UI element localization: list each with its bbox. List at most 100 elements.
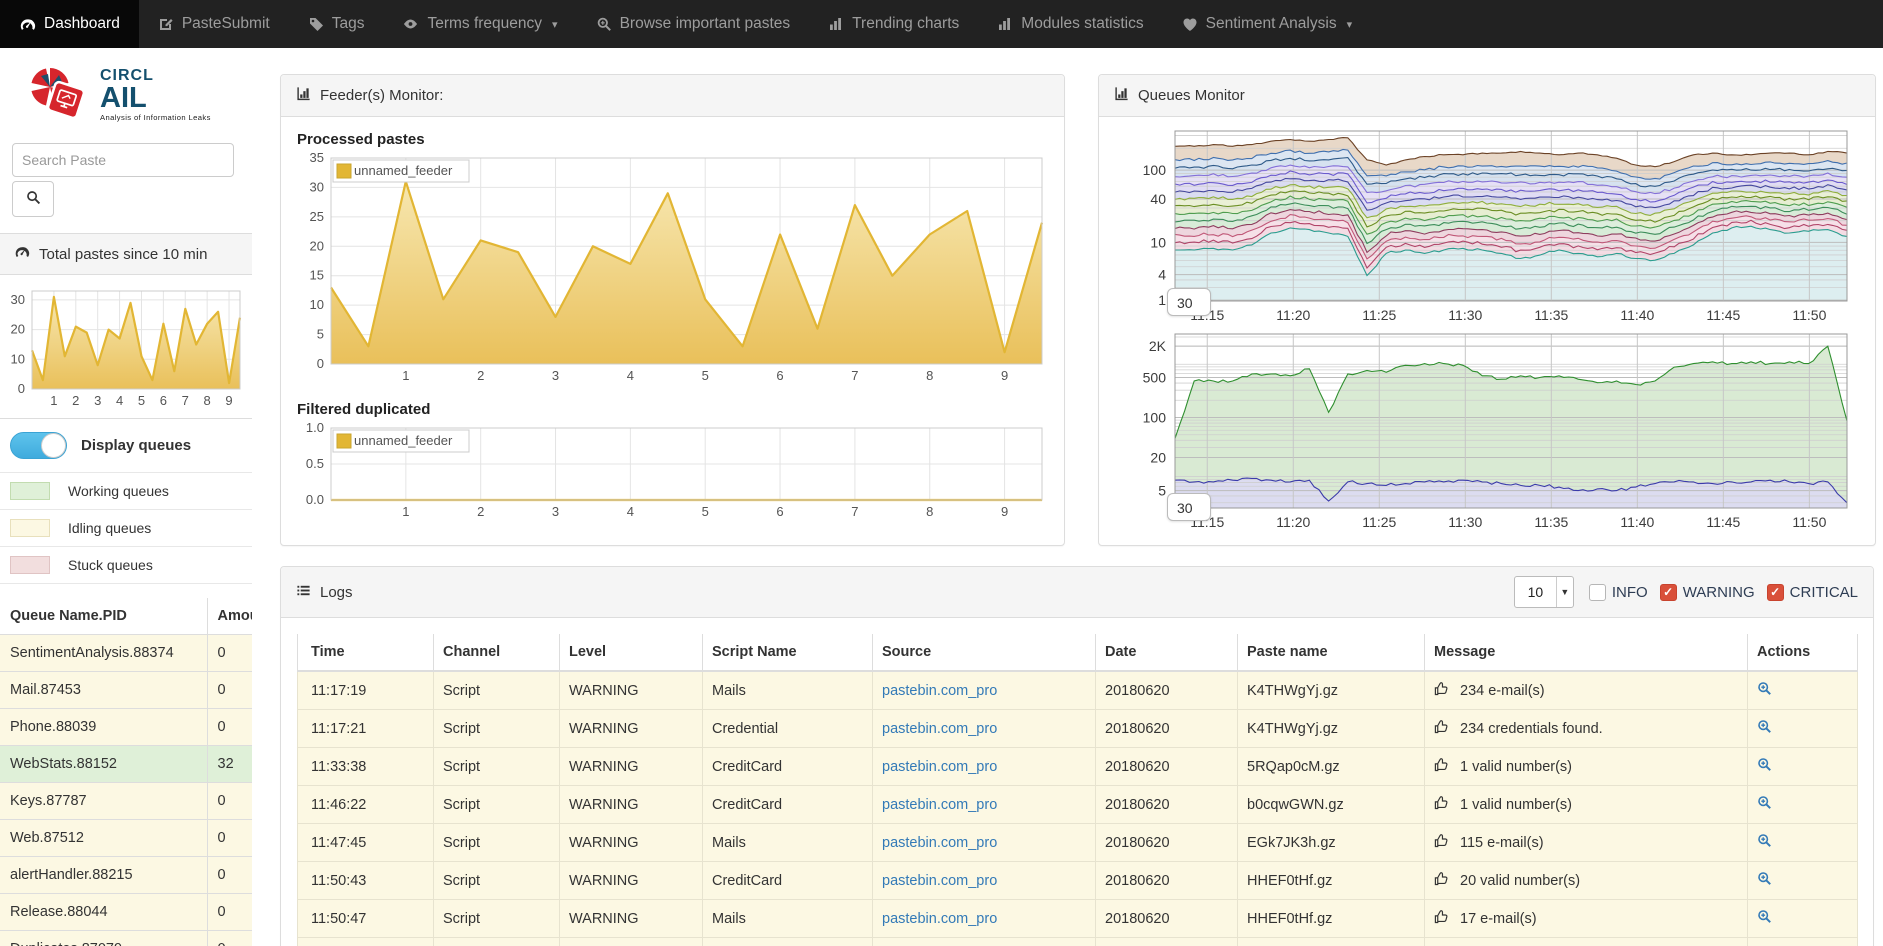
- nav-item-label: Tags: [332, 15, 365, 33]
- magnifier-plus-icon[interactable]: [1757, 798, 1772, 814]
- log-paste-name: 5RQap0cM.gz: [1238, 748, 1425, 786]
- nav-item-label: Terms frequency: [427, 15, 542, 33]
- queue-amount: 0: [207, 635, 252, 672]
- log-date: 20180620: [1096, 862, 1238, 900]
- nav-item-dashboard[interactable]: Dashboard: [0, 0, 139, 48]
- svg-text:35: 35: [310, 150, 324, 165]
- queue-row: WebStats.8815232: [0, 746, 252, 783]
- svg-text:3: 3: [94, 393, 101, 408]
- bar-chart-icon: [828, 16, 844, 32]
- interval-input[interactable]: 30: [1167, 288, 1211, 316]
- queue-name: alertHandler.88215: [0, 857, 207, 894]
- log-paste-name: EGk7JK3h.gz: [1238, 824, 1425, 862]
- log-row: 11:17:19ScriptWARNINGMailspastebin.com_p…: [298, 671, 1858, 710]
- log-message: 17 e-mail(s): [1460, 911, 1537, 927]
- queue-name: Release.88044: [0, 894, 207, 931]
- log-channel: Script: [434, 900, 560, 938]
- magnifier-plus-icon[interactable]: [1757, 760, 1772, 776]
- log-message: 1 valid number(s): [1460, 797, 1572, 813]
- queue-amount: 32: [207, 746, 252, 783]
- main-content: Feeder(s) Monitor: Processed pastes 0510…: [252, 48, 1883, 946]
- svg-text:11:40: 11:40: [1620, 514, 1654, 530]
- magnifier-plus-icon[interactable]: [1757, 722, 1772, 738]
- logs-panel: Logs 10 ▼ INFO✓WARNING✓CRITICAL TimeChan…: [280, 566, 1874, 946]
- circl-logo-icon: [26, 62, 90, 127]
- heart-icon: [1182, 17, 1198, 32]
- search-input[interactable]: [12, 143, 234, 177]
- working-swatch: [10, 482, 50, 500]
- warning-checkbox[interactable]: ✓: [1660, 584, 1677, 601]
- search-button[interactable]: [12, 181, 54, 217]
- svg-text:7: 7: [851, 504, 858, 519]
- info-checkbox[interactable]: [1589, 584, 1606, 601]
- svg-text:25: 25: [310, 209, 324, 224]
- queue-status-legend: Working queuesIdling queuesStuck queues: [0, 473, 252, 584]
- page-size-select[interactable]: 10 ▼: [1514, 576, 1574, 608]
- nav-item-label: Trending charts: [852, 15, 959, 33]
- nav-item-label: PasteSubmit: [182, 15, 270, 33]
- search-plus-icon: [596, 16, 612, 32]
- log-time: 11:33:38: [298, 748, 434, 786]
- page-size-value: 10: [1515, 584, 1556, 600]
- svg-text:1.0: 1.0: [306, 420, 324, 435]
- legend-label: Stuck queues: [68, 557, 153, 573]
- nav-item-sentiment-analysis[interactable]: Sentiment Analysis▾: [1163, 0, 1372, 48]
- svg-text:unnamed_feeder: unnamed_feeder: [354, 433, 453, 448]
- nav-item-terms-frequency[interactable]: Terms frequency▾: [383, 0, 576, 48]
- logs-header-actions: Actions: [1748, 634, 1858, 671]
- log-source-link[interactable]: pastebin.com_pro: [882, 835, 997, 851]
- display-queues-toggle[interactable]: [10, 432, 67, 459]
- queue-row: Duplicates.870790: [0, 931, 252, 946]
- nav-item-tags[interactable]: Tags: [289, 0, 384, 48]
- nav-item-pastesubmit[interactable]: PasteSubmit: [139, 0, 289, 48]
- svg-text:6: 6: [160, 393, 167, 408]
- svg-text:11:30: 11:30: [1448, 514, 1482, 530]
- nav-item-browse-important-pastes[interactable]: Browse important pastes: [577, 0, 810, 48]
- log-channel: Script: [434, 748, 560, 786]
- log-row: 11:47:45ScriptWARNINGMailspastebin.com_p…: [298, 824, 1858, 862]
- nav-item-label: Browse important pastes: [620, 15, 791, 33]
- log-script: Mails: [703, 671, 873, 710]
- magnifier-plus-icon[interactable]: [1757, 912, 1772, 928]
- log-source-link[interactable]: pastebin.com_pro: [882, 797, 997, 813]
- magnifier-plus-icon[interactable]: [1757, 874, 1772, 890]
- log-source-link[interactable]: pastebin.com_pro: [882, 911, 997, 927]
- legend-item-working: Working queues: [0, 473, 252, 510]
- filter-critical[interactable]: ✓CRITICAL: [1767, 584, 1858, 601]
- svg-text:4: 4: [627, 368, 634, 383]
- queue-name: SentimentAnalysis.88374: [0, 635, 207, 672]
- log-source-link[interactable]: pastebin.com_pro: [882, 683, 997, 699]
- filter-info[interactable]: INFO: [1589, 584, 1648, 601]
- svg-text:30: 30: [11, 292, 25, 307]
- log-source-link[interactable]: pastebin.com_pro: [882, 759, 997, 775]
- log-channel: Script: [434, 938, 560, 946]
- log-source-link[interactable]: pastebin.com_pro: [882, 873, 997, 889]
- queue-row: Phone.880390: [0, 709, 252, 746]
- filter-warning[interactable]: ✓WARNING: [1660, 584, 1755, 601]
- log-source-link[interactable]: pastebin.com_pro: [882, 721, 997, 737]
- log-time: 11:46:22: [298, 786, 434, 824]
- magnifier-plus-icon[interactable]: [1757, 684, 1772, 700]
- total-pastes-title: Total pastes since 10 min: [39, 246, 207, 263]
- log-message: 234 credentials found.: [1460, 721, 1603, 737]
- log-message: 234 e-mail(s): [1460, 683, 1545, 699]
- queue-row: Mail.874530: [0, 672, 252, 709]
- critical-checkbox[interactable]: ✓: [1767, 584, 1784, 601]
- interval-input[interactable]: 30: [1167, 493, 1211, 521]
- queue-amount: 0: [207, 709, 252, 746]
- nav-item-trending-charts[interactable]: Trending charts: [809, 0, 978, 48]
- magnifier-plus-icon[interactable]: [1757, 836, 1772, 852]
- log-channel: Script: [434, 824, 560, 862]
- nav-item-modules-statistics[interactable]: Modules statistics: [978, 0, 1162, 48]
- filter-label: INFO: [1612, 584, 1648, 601]
- queue-row: Web.875120: [0, 820, 252, 857]
- logs-header-paste-name: Paste name: [1238, 634, 1425, 671]
- svg-text:5: 5: [702, 504, 709, 519]
- svg-text:8: 8: [926, 504, 933, 519]
- circl-ail-logo: CIRCL AIL Analysis of Information Leaks: [0, 48, 252, 133]
- queue-name: WebStats.88152: [0, 746, 207, 783]
- log-paste-name: gCPGbuBx.gz: [1238, 938, 1425, 946]
- svg-text:11:45: 11:45: [1706, 307, 1740, 323]
- queue-amount: 0: [207, 857, 252, 894]
- svg-text:10: 10: [1150, 234, 1166, 250]
